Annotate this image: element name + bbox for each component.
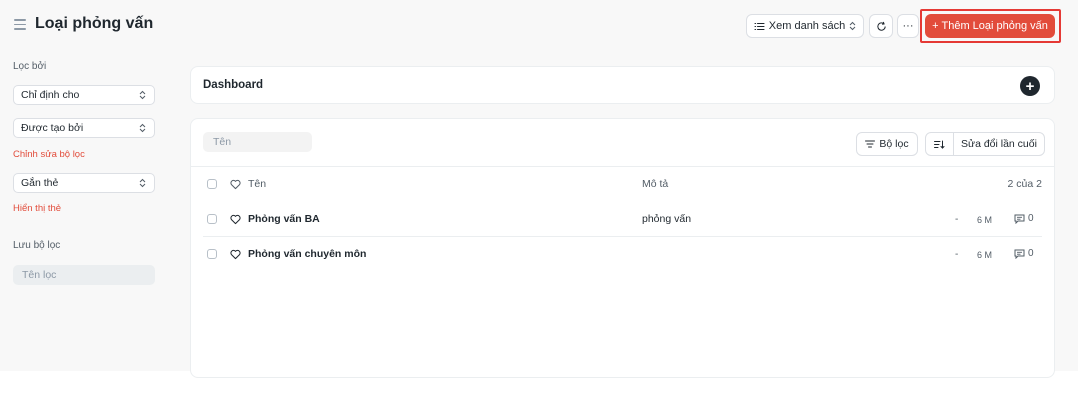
highlight-box [920,9,1061,43]
table-row[interactable]: Phỏng vấn chuyên môn - 6 M 0 [191,237,1054,272]
page-title: Loại phỏng vấn [35,15,154,32]
column-header-description: Mô tả [642,178,669,190]
show-tags-link[interactable]: Hiển thị thẻ [13,203,61,214]
select-arrows-icon [849,21,856,31]
select-arrows-icon [139,178,146,188]
save-filter-label: Lưu bộ lọc [13,240,61,251]
dashboard-card[interactable]: Dashboard + [190,66,1055,104]
select-arrows-icon [139,123,146,133]
sort-descending-icon [934,140,945,149]
filter-name-input[interactable]: Tên lọc [13,265,155,285]
select-all-checkbox[interactable] [207,179,217,189]
comment-icon [1014,214,1025,224]
row-dash: - [955,249,959,260]
like-heart-icon[interactable] [230,249,241,260]
refresh-button[interactable] [869,14,893,38]
created-by-select[interactable]: Được tạo bởi [13,118,155,138]
row-modified-time: 6 M [977,250,993,260]
comment-icon [1014,249,1025,259]
like-heart-icon[interactable] [230,214,241,225]
tags-select[interactable]: Gắn thẻ [13,173,155,193]
refresh-icon [876,21,886,31]
name-search-input[interactable]: Tên [203,132,312,152]
row-checkbox[interactable] [207,249,217,259]
dashboard-title: Dashboard [203,79,264,91]
tags-label: Gắn thẻ [21,177,59,189]
comment-count: 0 [1028,248,1034,259]
more-options-icon: ··· [902,20,914,32]
row-name-link[interactable]: Phỏng vấn chuyên môn [248,248,366,260]
filter-button-label: Bộ lọc [879,138,909,150]
view-switcher-label: Xem danh sách [768,20,846,32]
filter-button[interactable]: Bộ lọc [856,132,918,156]
sort-direction-button[interactable] [926,133,954,155]
sort-field-label[interactable]: Sửa đổi lần cuối [954,138,1044,150]
hamburger-menu-icon[interactable] [14,19,26,30]
row-comments[interactable]: 0 [1014,248,1034,259]
list-header-row: Tên Mô tả 2 của 2 [191,167,1054,202]
filter-by-label: Lọc bởi [13,61,47,72]
row-dash: - [955,214,959,225]
assigned-to-label: Chỉ định cho [21,89,80,101]
sort-control[interactable]: Sửa đổi lần cuối [925,132,1045,156]
record-count: 2 của 2 [1007,178,1042,190]
table-row[interactable]: Phỏng vấn BA phỏng vấn - 6 M 0 [191,202,1054,237]
created-by-label: Được tạo bởi [21,122,84,134]
add-dashboard-icon[interactable]: + [1020,76,1040,96]
row-description: phỏng vấn [642,213,692,225]
column-header-name: Tên [248,178,267,190]
row-name-link[interactable]: Phỏng vấn BA [248,213,320,225]
row-checkbox[interactable] [207,214,217,224]
heart-icon [230,179,241,190]
more-options-button[interactable]: ··· [897,14,919,38]
select-arrows-icon [139,90,146,100]
row-comments[interactable]: 0 [1014,213,1034,224]
comment-count: 0 [1028,213,1034,224]
view-switcher-button[interactable]: Xem danh sách [746,14,864,38]
edit-filters-link[interactable]: Chỉnh sửa bộ lọc [13,149,85,160]
list-view-icon [754,22,765,30]
list-view-card: Tên Bộ lọc Sửa đổi lần cuối Tên Mô tả 2 … [190,118,1055,378]
assigned-to-select[interactable]: Chỉ định cho [13,85,155,105]
filter-icon [865,140,876,148]
row-modified-time: 6 M [977,215,993,225]
